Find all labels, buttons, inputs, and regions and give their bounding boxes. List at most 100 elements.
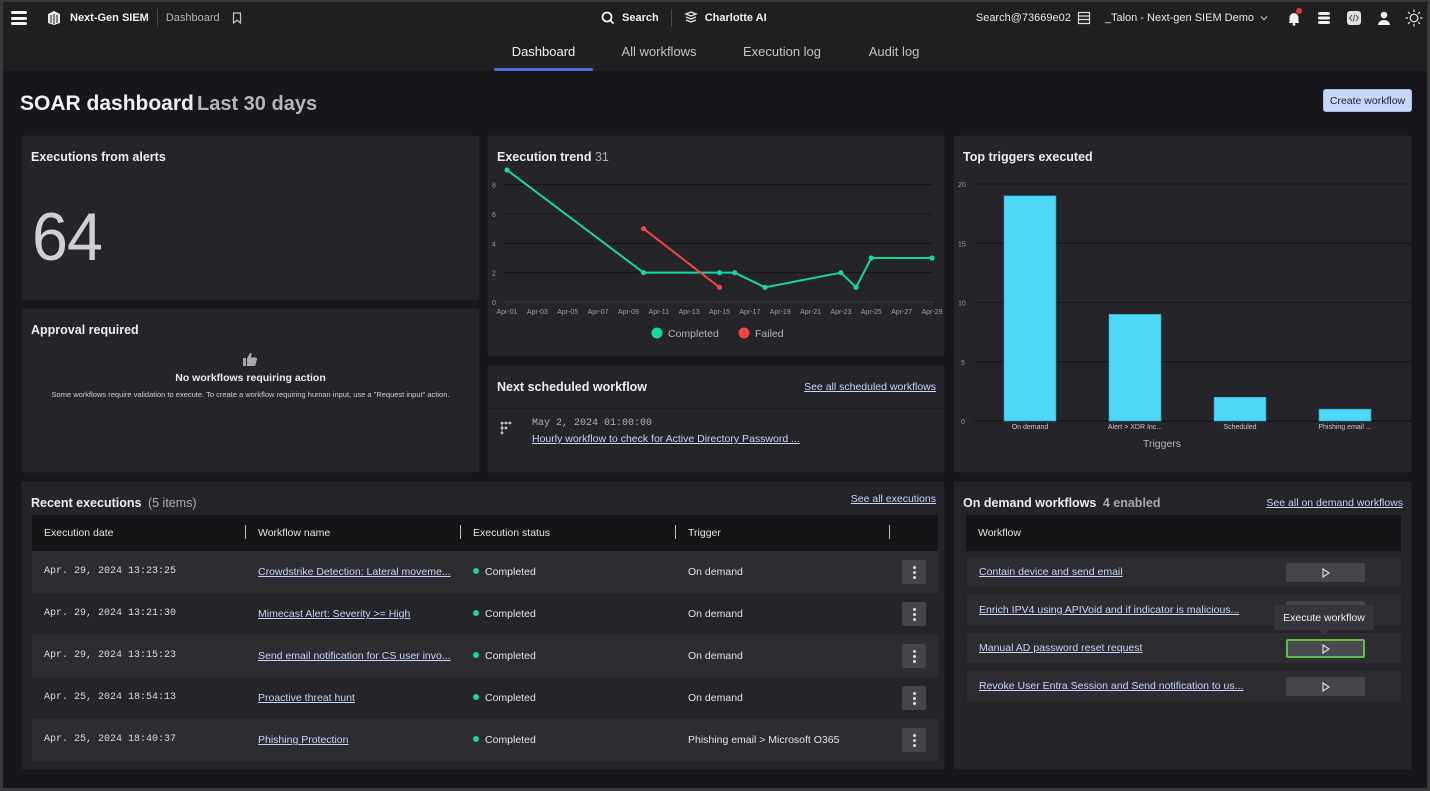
column-resizer[interactable] bbox=[460, 525, 461, 539]
charlotte-ai-label: Charlotte AI bbox=[704, 12, 767, 24]
x-tick-label: Apr-23 bbox=[830, 309, 851, 316]
execution-date: Apr. 25, 2024 18:40:37 bbox=[44, 734, 177, 745]
row-actions-menu-icon[interactable] bbox=[902, 602, 926, 626]
workflow-link[interactable]: Manual AD password reset request bbox=[979, 642, 1142, 654]
y-tick-label: 5 bbox=[961, 360, 965, 367]
data-point-completed bbox=[716, 270, 723, 276]
user-search-id[interactable]: Search@73669e02 bbox=[976, 12, 1071, 24]
create-workflow-button[interactable]: Create workflow bbox=[1323, 89, 1412, 112]
enabled-count: 4 enabled bbox=[1102, 496, 1161, 510]
theme-toggle-button[interactable] bbox=[1403, 7, 1425, 29]
column-resizer[interactable] bbox=[675, 525, 676, 539]
row-actions-menu-icon[interactable] bbox=[902, 728, 926, 752]
play-icon bbox=[1321, 643, 1330, 654]
notification-badge bbox=[1296, 8, 1302, 14]
execute-workflow-button[interactable] bbox=[1286, 639, 1365, 658]
status-text: Completed bbox=[485, 650, 536, 662]
execution-status: Completed bbox=[473, 608, 536, 620]
series-line-completed bbox=[506, 169, 932, 289]
tab-audit-log[interactable]: Audit log bbox=[858, 44, 930, 71]
chevron-down-icon[interactable] bbox=[1259, 14, 1269, 22]
y-tick-label: 2 bbox=[492, 271, 496, 278]
execution-status: Completed bbox=[473, 650, 536, 662]
see-all-on-demand-link[interactable]: See all on demand workflows bbox=[1266, 497, 1403, 509]
top-triggers-card: Top triggers executed 0 5 10 15 20 On demand A… bbox=[953, 135, 1413, 473]
executions-from-alerts-card: Executions from alerts 64 bbox=[21, 135, 480, 301]
workflow-name-link[interactable]: Crowdstrike Detection: Lateral moveme... bbox=[258, 566, 451, 578]
column-resizer[interactable] bbox=[245, 525, 246, 539]
row-actions-menu-icon[interactable] bbox=[902, 686, 926, 710]
see-all-scheduled-link[interactable]: See all scheduled workflows bbox=[804, 381, 936, 393]
workflow-link[interactable]: Enrich IPV4 using APIVoid and if indicat… bbox=[979, 604, 1239, 616]
menu-icon[interactable] bbox=[11, 11, 27, 25]
x-tick-label: Apr-27 bbox=[891, 309, 912, 316]
column-resizer[interactable] bbox=[889, 525, 890, 539]
column-header-trigger[interactable]: Trigger bbox=[688, 527, 721, 539]
card-title: On demand workflows 4 enabled bbox=[963, 496, 1161, 510]
breadcrumb[interactable]: Dashboard bbox=[166, 12, 220, 24]
execution-status: Completed bbox=[473, 692, 536, 704]
row-actions-menu-icon[interactable] bbox=[902, 560, 926, 584]
top-navigation-bar: Next-Gen SIEM Dashboard Search Charlotte… bbox=[3, 2, 1427, 34]
see-all-executions-link[interactable]: See all executions bbox=[851, 493, 936, 505]
execute-workflow-button[interactable] bbox=[1286, 677, 1365, 696]
y-tick-label: 15 bbox=[958, 241, 966, 248]
search-icon bbox=[601, 11, 615, 25]
data-point-failed bbox=[641, 226, 647, 232]
status-dot bbox=[473, 736, 479, 742]
data-point-completed bbox=[929, 255, 935, 261]
column-header-workflow[interactable]: Workflow bbox=[978, 527, 1021, 539]
column-header-workflow-name[interactable]: Workflow name bbox=[258, 527, 330, 539]
card-title: Approval required bbox=[31, 323, 139, 337]
x-tick-label: Apr-15 bbox=[709, 309, 730, 316]
row-actions-menu-icon[interactable] bbox=[902, 644, 926, 668]
x-tick-label: Apr-13 bbox=[679, 309, 700, 316]
tab-execution-log[interactable]: Execution log bbox=[736, 44, 828, 71]
table-header: Execution date Workflow name Execution s… bbox=[32, 515, 938, 551]
scheduled-workflow-link[interactable]: Hourly workflow to check for Active Dire… bbox=[532, 433, 800, 445]
search-button[interactable]: Search bbox=[601, 11, 659, 25]
divider bbox=[488, 408, 944, 409]
data-point-completed bbox=[868, 255, 874, 261]
workflow-link[interactable]: Revoke User Entra Session and Send notif… bbox=[979, 680, 1243, 692]
card-title: Next scheduled workflow bbox=[497, 380, 648, 394]
column-header-execution-date[interactable]: Execution date bbox=[44, 527, 113, 539]
data-point-completed bbox=[641, 270, 647, 276]
tab-dashboard[interactable]: Dashboard bbox=[494, 44, 593, 71]
trigger: On demand bbox=[688, 566, 743, 578]
app-title[interactable]: Next-Gen SIEM bbox=[70, 12, 149, 24]
user-profile-button[interactable] bbox=[1373, 7, 1395, 29]
execution-date: Apr. 29, 2024 13:23:25 bbox=[44, 566, 177, 577]
workflow-name-link[interactable]: Send email notification for CS user invo… bbox=[258, 650, 451, 662]
execute-workflow-button[interactable] bbox=[1286, 563, 1365, 582]
workflow-name-link[interactable]: Proactive threat hunt bbox=[258, 692, 355, 704]
status-dot bbox=[473, 610, 479, 616]
table-row: Apr. 25, 2024 18:54:13 Proactive threat … bbox=[32, 677, 938, 719]
charlotte-ai-button[interactable]: Charlotte AI bbox=[683, 11, 767, 25]
y-tick-label: 0 bbox=[961, 419, 965, 426]
bookmark-icon[interactable] bbox=[232, 12, 242, 24]
active-tab-indicator bbox=[494, 68, 593, 71]
column-header-execution-status[interactable]: Execution status bbox=[473, 527, 550, 539]
workflow-name-link[interactable]: Phishing Protection bbox=[258, 734, 348, 746]
developer-button[interactable] bbox=[1343, 7, 1365, 29]
x-tick-label: Scheduled bbox=[1223, 424, 1256, 431]
tab-label: Dashboard bbox=[511, 44, 576, 59]
stack-button[interactable] bbox=[1313, 7, 1335, 29]
play-icon bbox=[1321, 681, 1330, 692]
data-point-failed bbox=[716, 284, 723, 290]
x-tick-label: Alert > XDR Inc... bbox=[1108, 424, 1162, 431]
tenant-selector[interactable]: _Talon - Next-gen SIEM Demo bbox=[1105, 12, 1254, 24]
table-header: Workflow bbox=[966, 515, 1401, 551]
server-icon[interactable] bbox=[1077, 11, 1091, 25]
tab-all-workflows[interactable]: All workflows bbox=[613, 44, 705, 71]
x-tick-label: Apr-09 bbox=[618, 309, 639, 316]
workflow-link[interactable]: Contain device and send email bbox=[979, 566, 1123, 578]
notifications-button[interactable] bbox=[1283, 7, 1305, 29]
workflow-name-link[interactable]: Mimecast Alert: Severity >= High bbox=[258, 608, 410, 620]
top-triggers-chart: 0 5 10 15 20 On demand Alert > XDR Inc... Sched… bbox=[958, 182, 1413, 450]
execution-status: Completed bbox=[473, 566, 536, 578]
divider bbox=[670, 9, 672, 27]
table-row: Apr. 29, 2024 13:23:25 Crowdstrike Detec… bbox=[32, 551, 938, 593]
x-tick-label: Apr-01 bbox=[496, 309, 517, 316]
